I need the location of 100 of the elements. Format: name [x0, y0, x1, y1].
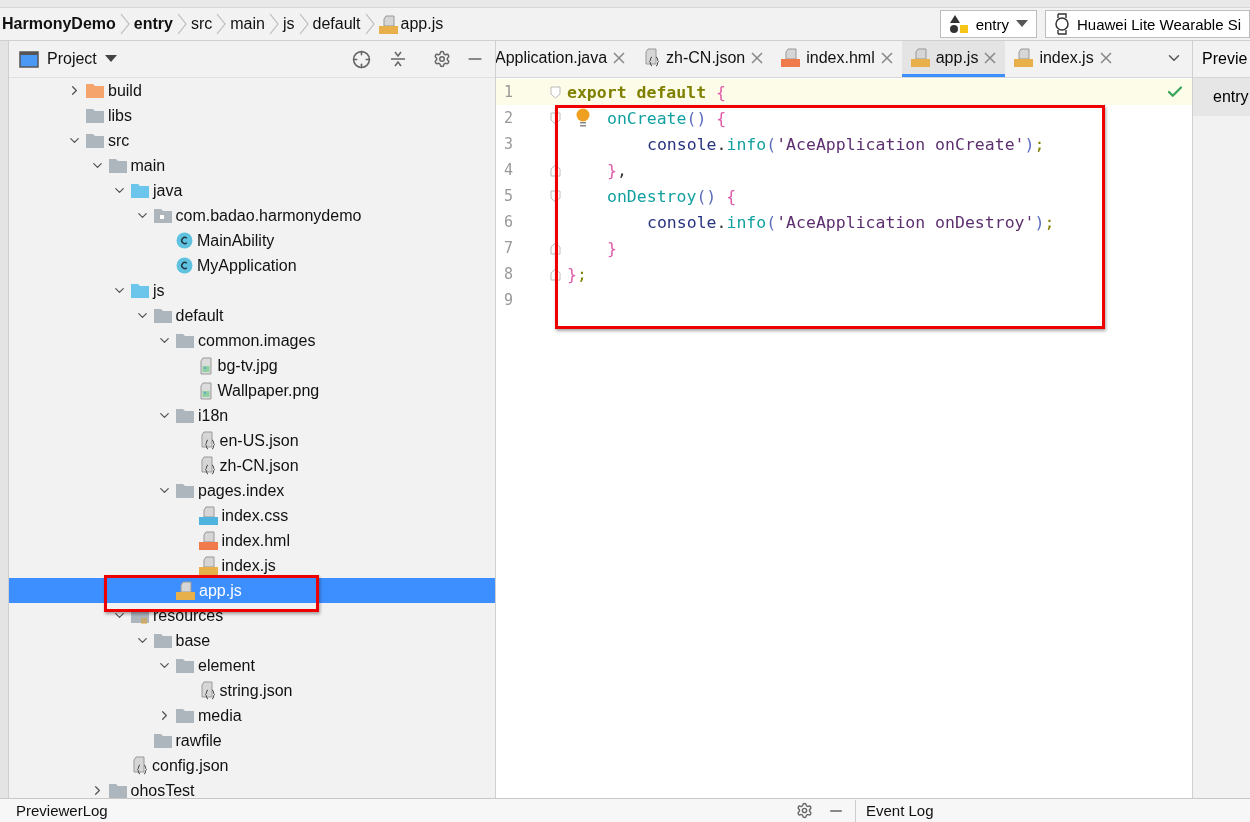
breadcrumb-item[interactable]: src: [190, 15, 213, 33]
tree-item[interactable]: index.hml: [9, 528, 495, 553]
tree-item[interactable]: js: [9, 278, 495, 303]
fold-marker-icon[interactable]: [550, 163, 561, 177]
tree-item[interactable]: src: [9, 128, 495, 153]
package-icon: [153, 207, 172, 224]
folder-icon: [131, 282, 149, 299]
folder-icon: [153, 632, 172, 649]
watch-icon: [1054, 13, 1070, 35]
run-config-dropdown[interactable]: entry: [939, 10, 1037, 38]
tree-item[interactable]: media: [9, 703, 495, 728]
breadcrumb-item[interactable]: js: [282, 15, 295, 33]
tree-item[interactable]: pages.index: [9, 478, 495, 503]
log-tab[interactable]: Event Log: [856, 802, 1250, 819]
json-file-icon: [198, 431, 216, 450]
tree-item[interactable]: build: [9, 78, 495, 103]
dropdown-arrow-icon: [1016, 20, 1028, 28]
dropdown-arrow-icon: [104, 55, 117, 63]
tree-item[interactable]: index.js: [9, 553, 495, 578]
module-icon: [948, 14, 969, 34]
breadcrumb-item[interactable]: main: [230, 15, 265, 33]
line-number: 3: [503, 135, 515, 153]
tree-item[interactable]: resources: [9, 603, 495, 628]
tree-item[interactable]: index.css: [9, 503, 495, 528]
window-icon: [19, 50, 39, 68]
fold-marker-icon[interactable]: [550, 85, 561, 99]
fold-marker-icon[interactable]: [550, 189, 561, 203]
tree-item[interactable]: bg-tv.jpg: [9, 353, 495, 378]
close-icon[interactable]: [613, 51, 626, 64]
breadcrumb-separator-icon: [175, 13, 188, 35]
fold-marker-icon[interactable]: [550, 267, 561, 281]
class-icon: [176, 257, 193, 274]
breadcrumb-item[interactable]: HarmonyDemo: [2, 15, 116, 33]
close-icon[interactable]: [1099, 51, 1112, 64]
tree-item[interactable]: i18n: [9, 403, 495, 428]
folder-icon: [131, 182, 149, 199]
breadcrumb-item[interactable]: entry: [133, 15, 173, 33]
log-tab[interactable]: PreviewerLog: [0, 802, 108, 819]
code-line: }: [607, 238, 617, 258]
code-line: onCreate() {: [607, 108, 727, 128]
breadcrumb-separator-icon: [267, 13, 280, 35]
tree-item[interactable]: java: [9, 178, 495, 203]
breadcrumb-separator-icon: [215, 13, 228, 35]
tree-item[interactable]: zh-CN.json: [9, 453, 495, 478]
code-line: console.info('AceApplication onDestroy');: [647, 212, 1055, 232]
folder-icon: [86, 132, 104, 149]
tree-item[interactable]: en-US.json: [9, 428, 495, 453]
breadcrumb-separator-icon: [118, 13, 131, 35]
breadcrumb-item[interactable]: app.js: [378, 14, 444, 34]
js-file-icon: [1014, 48, 1034, 67]
breadcrumb-item[interactable]: default: [312, 15, 361, 33]
line-number: 4: [503, 161, 515, 179]
tree-item[interactable]: com.badao.harmonydemo: [9, 203, 495, 228]
fold-marker-icon[interactable]: [550, 111, 561, 125]
tree-item[interactable]: common.images: [9, 328, 495, 353]
tree-item[interactable]: main: [9, 153, 495, 178]
json-file-icon: [643, 48, 661, 67]
tree-item[interactable]: base: [9, 628, 495, 653]
tree-item[interactable]: element: [9, 653, 495, 678]
folder-icon: [86, 82, 104, 99]
folder-icon: [108, 157, 127, 174]
tree-item[interactable]: default: [9, 303, 495, 328]
folder-icon: [176, 407, 194, 424]
tree-item[interactable]: config.json: [9, 753, 495, 778]
line-number: 9: [503, 291, 515, 309]
code-line: onDestroy() {: [607, 186, 737, 206]
settings-icon[interactable]: [433, 50, 451, 68]
line-number: 2: [503, 109, 515, 127]
tree-item[interactable]: libs: [9, 103, 495, 128]
class-icon: [176, 232, 193, 249]
tree-item[interactable]: MainAbility: [9, 228, 495, 253]
folder-icon: [176, 707, 194, 724]
tree-item[interactable]: MyApplication: [9, 253, 495, 278]
locate-icon[interactable]: [352, 49, 371, 69]
preview-item[interactable]: entry: [1193, 78, 1250, 116]
json-file-icon: [131, 756, 148, 775]
project-view-dropdown[interactable]: Project: [19, 50, 117, 68]
close-icon[interactable]: [880, 51, 893, 64]
device-dropdown[interactable]: Huawei Lite Wearable Si: [1045, 10, 1250, 38]
tree-item[interactable]: rawfile: [9, 728, 495, 753]
close-icon[interactable]: [984, 51, 997, 64]
editor-tab[interactable]: zh-CN.json: [634, 41, 773, 77]
settings-icon[interactable]: [796, 802, 813, 819]
line-number: 7: [503, 239, 515, 257]
line-number: 8: [503, 265, 515, 283]
editor-tab[interactable]: index.js: [1005, 41, 1121, 77]
breadcrumb-separator-icon: [363, 13, 376, 35]
tree-item[interactable]: string.json: [9, 678, 495, 703]
css-file-icon: [198, 506, 218, 525]
collapse-icon[interactable]: [389, 50, 407, 68]
fold-marker-icon[interactable]: [550, 241, 561, 255]
tree-item[interactable]: Wallpaper.png: [9, 378, 495, 403]
editor-tab[interactable]: app.js: [901, 41, 1006, 77]
close-icon[interactable]: [751, 51, 764, 64]
tree-item[interactable]: ohosTest: [9, 778, 495, 798]
code-line: };: [567, 264, 587, 284]
hml-file-icon: [198, 531, 218, 550]
lightbulb-icon[interactable]: [576, 108, 590, 128]
editor-tab[interactable]: index.hml: [772, 41, 902, 77]
breadcrumb-separator-icon: [297, 13, 310, 35]
